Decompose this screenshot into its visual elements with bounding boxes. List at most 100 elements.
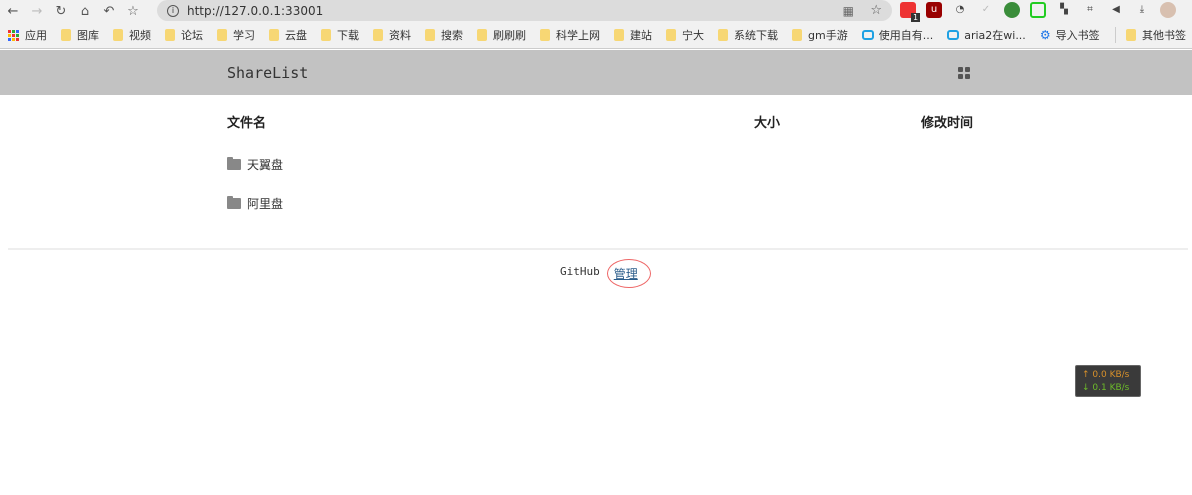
bookmark-item[interactable]: 刷刷刷	[477, 27, 526, 43]
folder-icon	[373, 29, 383, 41]
table-row[interactable]: 天翼盘	[227, 156, 283, 173]
apps-icon	[8, 29, 19, 41]
volume-icon[interactable]: ◀	[1108, 2, 1124, 18]
download-icon[interactable]: ⤓	[1134, 2, 1150, 18]
address-bar[interactable]: i http://127.0.0.1:33001 ▦ ☆	[157, 0, 892, 21]
undo-icon[interactable]: ↶	[98, 4, 120, 19]
extension-red-icon[interactable]: 1	[900, 2, 920, 22]
bookmark-item[interactable]: 搜索	[425, 27, 463, 43]
file-name[interactable]: 阿里盘	[247, 195, 283, 212]
bookmarks-bar: 应用 图库 视频 论坛 学习 云盘 下载 资料 搜索 刷刷刷 科学上网 建站 宁大 系统下载 gm手游 使用自…	[0, 22, 1192, 49]
bookmark-item[interactable]: gm手游	[792, 27, 848, 43]
folder-icon	[165, 29, 175, 41]
other-bookmarks[interactable]: 其他书签	[1115, 27, 1186, 43]
header-filename[interactable]: 文件名	[227, 112, 266, 131]
extensions: 1 u ◔ ✓ ▚ ⌗ ◀ ⤓ ⋮	[900, 2, 1192, 22]
folder-icon	[1126, 29, 1136, 41]
network-speed-widget: ↑ 0.0 KB/s ↓ 0.1 KB/s	[1075, 365, 1141, 397]
avatar[interactable]	[1160, 2, 1176, 18]
grid-icon[interactable]: ▚	[1056, 2, 1072, 18]
bookmark-label: 学习	[233, 29, 255, 42]
bookmark-label: 搜索	[441, 29, 463, 42]
bookmark-item[interactable]: 系统下载	[718, 27, 778, 43]
folder-icon	[718, 29, 728, 41]
bookmark-label: 云盘	[285, 29, 307, 42]
info-icon[interactable]: i	[167, 4, 179, 17]
folder-icon	[614, 29, 624, 41]
folder-icon	[666, 29, 676, 41]
bookmark-label: 使用自有...	[878, 29, 934, 42]
folder-icon	[792, 29, 802, 41]
divider	[8, 248, 1188, 250]
tv-icon[interactable]	[1030, 2, 1046, 18]
star-icon[interactable]: ☆	[870, 3, 882, 18]
idm-icon[interactable]	[1004, 2, 1020, 18]
bookmark-item[interactable]: ⚙ 导入书签	[1040, 27, 1100, 43]
folder-icon	[321, 29, 331, 41]
download-speed: ↓ 0.1 KB/s	[1082, 383, 1130, 393]
github-link[interactable]: GitHub	[560, 265, 600, 282]
bookmark-label: 论坛	[181, 29, 203, 42]
bookmark-item[interactable]: 应用	[8, 27, 47, 43]
bookmark-item[interactable]: aria2在wi...	[947, 27, 1026, 43]
other-bookmarks-label: 其他书签	[1142, 29, 1186, 42]
url-text[interactable]: http://127.0.0.1:33001	[187, 4, 323, 18]
bookmark-label: 下载	[337, 29, 359, 42]
bookmark-item[interactable]: 下载	[321, 27, 359, 43]
bookmark-label: 应用	[25, 29, 47, 42]
bookmark-item[interactable]: 建站	[614, 27, 652, 43]
upload-speed: ↑ 0.0 KB/s	[1082, 370, 1130, 380]
bookmark-item[interactable]: 使用自有...	[861, 27, 934, 43]
home-icon[interactable]: ⌂	[74, 4, 96, 19]
bookmark-item[interactable]: 视频	[113, 27, 151, 43]
bookmark-item[interactable]: 宁大	[666, 27, 704, 43]
app-header: ShareList	[0, 50, 1192, 95]
bookmark-item[interactable]: 科学上网	[540, 27, 600, 43]
view-toggle-grid-icon[interactable]	[958, 67, 970, 79]
bookmark-label: gm手游	[808, 29, 848, 42]
crop-icon[interactable]: ⌗	[1082, 2, 1098, 18]
folder-icon	[227, 196, 241, 209]
bookmark-label: 建站	[630, 29, 652, 42]
qr-code-icon[interactable]: ▦	[843, 4, 854, 18]
header-modified[interactable]: 修改时间	[921, 112, 973, 131]
bookmark-label: 刷刷刷	[493, 29, 526, 42]
bookmark-label: 导入书签	[1055, 29, 1100, 42]
bookmark-label: 资料	[389, 29, 411, 42]
bookmark-item[interactable]: 图库	[61, 27, 99, 43]
file-name[interactable]: 天翼盘	[247, 156, 283, 173]
gear-icon: ⚙	[1039, 28, 1051, 42]
ublock-icon[interactable]: u	[926, 2, 942, 18]
bookmark-label: 系统下载	[734, 29, 778, 42]
folder-icon	[425, 29, 435, 41]
bookmark-star-icon[interactable]: ☆	[122, 4, 144, 19]
folder-icon	[217, 29, 227, 41]
extension-badge: 1	[911, 13, 920, 22]
menu-icon[interactable]: ⋮	[1186, 2, 1192, 18]
header-size[interactable]: 大小	[754, 112, 780, 131]
app-title[interactable]: ShareList	[227, 64, 308, 82]
reload-icon[interactable]: ↻	[50, 4, 72, 19]
bookmark-item[interactable]: 论坛	[165, 27, 203, 43]
folder-icon	[477, 29, 487, 41]
table-row[interactable]: 阿里盘	[227, 195, 283, 212]
folder-icon	[269, 29, 279, 41]
browser-toolbar: ← → ↻ ⌂ ↶ ☆ i http://127.0.0.1:33001 ▦ ☆…	[0, 0, 1192, 22]
bookmark-item[interactable]: 学习	[217, 27, 255, 43]
highlight-circle	[607, 259, 651, 288]
folder-icon	[113, 29, 123, 41]
folder-icon	[227, 157, 241, 170]
folder-icon	[540, 29, 550, 41]
check-icon[interactable]: ✓	[978, 2, 994, 18]
bookmark-label: 科学上网	[556, 29, 600, 42]
folder-icon	[61, 29, 71, 41]
back-icon[interactable]: ←	[2, 4, 24, 19]
bookmark-label: aria2在wi...	[964, 29, 1026, 42]
bookmark-label: 视频	[129, 29, 151, 42]
bilibili-icon	[861, 30, 874, 40]
forward-icon[interactable]: →	[26, 4, 48, 19]
speed-meter-icon[interactable]: ◔	[952, 2, 968, 18]
bookmark-item[interactable]: 云盘	[269, 27, 307, 43]
bilibili-icon	[947, 30, 960, 40]
bookmark-item[interactable]: 资料	[373, 27, 411, 43]
